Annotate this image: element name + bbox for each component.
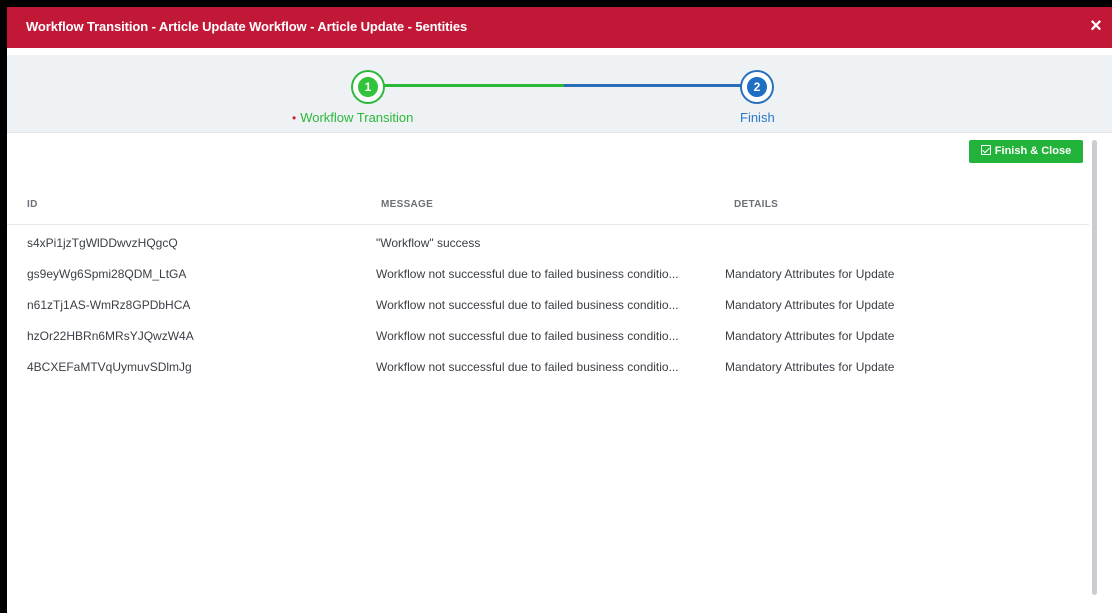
step-connector-complete — [381, 84, 564, 87]
row-message: Workflow not successful due to failed bu… — [376, 360, 679, 374]
column-header-details[interactable]: DETAILS — [734, 199, 778, 210]
step-2-circle[interactable]: 2 — [742, 72, 772, 102]
column-header-id[interactable]: ID — [27, 199, 38, 210]
step-1-text: Workflow Transition — [300, 110, 414, 125]
error-dot-icon: • — [292, 111, 297, 125]
row-message: Workflow not successful due to failed bu… — [376, 329, 679, 343]
results-table: ID MESSAGE DETAILS s4xPi1jzTgWlDDwvzHQgc… — [7, 192, 1089, 382]
checkbox-icon — [980, 145, 991, 155]
row-id: hzOr22HBRn6MRsYJQwzW4A — [27, 329, 194, 343]
table-row[interactable]: n61zTj1AS-WmRz8GPDbHCA Workflow not succ… — [7, 289, 1089, 320]
workflow-stepper: 1 2 • Workflow Transition Finish — [7, 55, 1112, 133]
step-1-label[interactable]: • Workflow Transition — [292, 110, 413, 125]
close-icon[interactable]: × — [1084, 13, 1108, 39]
table-row[interactable]: 4BCXEFaMTVqUymuvSDlmJg Workflow not succ… — [7, 351, 1089, 382]
step-1-circle[interactable]: 1 — [353, 72, 383, 102]
table-row[interactable]: s4xPi1jzTgWlDDwvzHQgcQ "Workflow" succes… — [7, 227, 1089, 258]
row-id: 4BCXEFaMTVqUymuvSDlmJg — [27, 360, 192, 374]
table-row[interactable]: gs9eyWg6Spmi28QDM_LtGA Workflow not succ… — [7, 258, 1089, 289]
row-id: gs9eyWg6Spmi28QDM_LtGA — [27, 267, 187, 281]
vertical-scrollbar[interactable] — [1092, 140, 1097, 595]
row-details: Mandatory Attributes for Update — [725, 360, 895, 374]
row-details: Mandatory Attributes for Update — [725, 267, 895, 281]
finish-close-label: Finish & Close — [994, 145, 1072, 157]
row-id: n61zTj1AS-WmRz8GPDbHCA — [27, 298, 191, 312]
row-details: Mandatory Attributes for Update — [725, 329, 895, 343]
row-message: Workflow not successful due to failed bu… — [376, 298, 679, 312]
step-2-label[interactable]: Finish — [740, 110, 775, 125]
row-message: Workflow not successful due to failed bu… — [376, 267, 679, 281]
dialog-titlebar: Workflow Transition - Article Update Wor… — [7, 7, 1112, 48]
workflow-dialog: Workflow Transition - Article Update Wor… — [7, 7, 1112, 613]
table-body: s4xPi1jzTgWlDDwvzHQgcQ "Workflow" succes… — [7, 225, 1089, 382]
row-details: Mandatory Attributes for Update — [725, 298, 895, 312]
finish-close-button[interactable]: Finish & Close — [969, 140, 1083, 163]
row-message: "Workflow" success — [376, 236, 481, 250]
step-connector-pending — [564, 84, 746, 87]
row-id: s4xPi1jzTgWlDDwvzHQgcQ — [27, 236, 178, 250]
table-row[interactable]: hzOr22HBRn6MRsYJQwzW4A Workflow not succ… — [7, 320, 1089, 351]
column-header-message[interactable]: MESSAGE — [381, 199, 433, 210]
dialog-title: Workflow Transition - Article Update Wor… — [26, 19, 468, 34]
table-header: ID MESSAGE DETAILS — [7, 192, 1089, 225]
